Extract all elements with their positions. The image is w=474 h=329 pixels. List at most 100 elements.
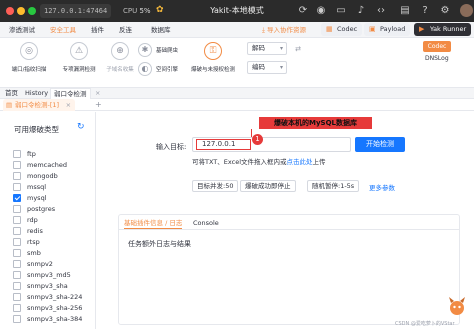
watermark: CSDN @爱吃萝卜的VStar (395, 321, 455, 327)
settings-icon[interactable]: ⚙ (438, 4, 452, 18)
codec-button[interactable]: ▦ Codec (321, 23, 363, 36)
crawler-label: 基础爬虫 (156, 48, 179, 54)
sub-tabs: ▤ 弱口令检测-[1] × + (0, 99, 474, 111)
subtab-label: 弱口令检测-[1] (15, 101, 60, 109)
subdomain-tool[interactable]: ⊕ 子域名收集 (96, 42, 144, 73)
swap-icon[interactable]: ⇄ (291, 42, 305, 56)
menu-item-plugins[interactable]: 插件 (91, 25, 104, 35)
subdomain-label: 子域名收集 (106, 67, 134, 73)
main-tabs: 首页 History 弱口令检测 × (0, 88, 474, 99)
port-scan-tool[interactable]: ◎ 端口/指纹扫描 (5, 42, 53, 73)
target-input[interactable]: 127.0.0.1 (192, 137, 351, 152)
import-resources-button[interactable]: ⤓ 导入协作资源 (262, 25, 306, 35)
help-icon[interactable]: ? (418, 4, 432, 18)
brute-force-label: 爆破与未授权检测 (190, 67, 235, 73)
brute-type-label: snmpv3_sha (27, 282, 68, 290)
port-scan-label: 端口/指纹扫描 (11, 67, 47, 73)
upload-link[interactable]: 点击此处 (287, 158, 313, 166)
brute-type-checkbox[interactable] (13, 293, 21, 301)
chevron-down-icon: ▾ (279, 45, 283, 52)
sidebar-title: 可用爆破类型 (14, 125, 59, 134)
terminal-icon[interactable]: ▭ (334, 4, 348, 18)
brute-type-checkbox[interactable] (13, 194, 21, 202)
target-label: 输入目标: (156, 143, 187, 151)
brute-type-label: mssql (27, 183, 47, 191)
brute-type-label: mysql (27, 194, 47, 202)
camera-icon[interactable]: ◉ (314, 4, 328, 18)
tab-plugin-log[interactable]: 基础插件信息 / 日志 (124, 217, 183, 229)
brute-type-checkbox[interactable] (13, 205, 21, 213)
close-tab-icon[interactable]: × (92, 88, 103, 99)
brute-type-label: memcached (27, 161, 68, 169)
brute-type-checkbox[interactable] (13, 150, 21, 158)
dnslog-button[interactable]: DNSLog (425, 55, 449, 62)
crawler-icon: ✱ (138, 43, 152, 57)
upload-hint: 可将TXT、Excel文件拖入框内或点击此处上传 (192, 156, 326, 166)
yak-runner-button[interactable]: ▶ Yak Runner (414, 23, 472, 36)
refresh-icon[interactable]: ⟳ (296, 4, 310, 18)
brute-type-checkbox[interactable] (13, 161, 21, 169)
menu-item-database[interactable]: 数据库 (151, 25, 171, 35)
menu-item-pentest[interactable]: 渗透测试 (9, 25, 35, 35)
brute-type-label: snmpv3_sha-256 (27, 304, 83, 312)
tab-console[interactable]: Console (193, 217, 219, 229)
target-concurrency-option[interactable]: 目标并发:50 (192, 180, 239, 192)
tab-history[interactable]: History (22, 88, 51, 99)
space-engine-icon: ◐ (138, 62, 152, 76)
codec-shortcut-button[interactable]: Codec (423, 41, 451, 52)
code-icon[interactable]: ‹› (374, 4, 388, 18)
brute-type-checkbox[interactable] (13, 282, 21, 290)
brute-type-checkbox[interactable] (13, 183, 21, 191)
start-detection-button[interactable]: 开始检测 (355, 137, 405, 152)
close-icon[interactable]: × (66, 99, 71, 111)
key-icon: ⚿ (204, 42, 222, 60)
menu-item-reverse[interactable]: 反连 (119, 25, 132, 35)
random-pause-option[interactable]: 随机暂停:1-5s (307, 180, 360, 192)
document-icon[interactable]: ▤ (398, 4, 412, 18)
brute-type-label: mongodb (27, 172, 58, 180)
brute-type-label: ftp (27, 150, 36, 158)
add-tab-icon[interactable]: + (95, 99, 102, 111)
codec-label: Codec (337, 25, 358, 33)
panel-title: 任务额外日志与结果 (128, 240, 191, 248)
decode-select[interactable]: 解码 ▾ (247, 42, 287, 55)
space-engine-label: 空间引擎 (156, 67, 179, 73)
payload-icon: ▣ (369, 25, 376, 33)
bell-icon[interactable]: ♪ (354, 4, 368, 18)
vuln-scan-icon: ⚠ (70, 42, 88, 60)
brute-type-checkbox[interactable] (13, 304, 21, 312)
more-params-link[interactable]: 更多参数 (369, 182, 395, 192)
title-bar: 127.0.0.1:47464 CPU 5% ✿ Yakit-本地模式 ⟳ ◉ … (0, 0, 474, 22)
brute-type-label: postgres (27, 205, 56, 213)
refresh-icon[interactable]: ↻ (77, 122, 85, 132)
stop-on-success-option[interactable]: 爆破成功即停止 (240, 180, 296, 192)
target-input-value[interactable]: 127.0.0.1 (196, 139, 251, 150)
decode-select-value: 解码 (252, 44, 265, 52)
brute-type-checkbox[interactable] (13, 315, 21, 323)
payload-button[interactable]: ▣ Payload (364, 23, 411, 36)
brute-type-label: snmpv3_sha-384 (27, 315, 83, 323)
import-label: 导入协作资源 (266, 26, 306, 34)
avatar[interactable] (460, 4, 473, 17)
encode-select-value: 编码 (252, 63, 265, 71)
upload-hint-prefix: 可将TXT、Excel文件拖入框内或 (192, 158, 287, 166)
brute-type-label: redis (27, 227, 43, 235)
brute-type-label: snmpv3_sha-224 (27, 293, 83, 301)
encode-select[interactable]: 编码 ▾ (247, 61, 287, 74)
brute-type-checkbox[interactable] (13, 227, 21, 235)
port-scan-icon: ◎ (20, 42, 38, 60)
yak-runner-label: Yak Runner (430, 25, 467, 33)
tab-home[interactable]: 首页 (2, 88, 21, 99)
subdomain-icon: ⊕ (111, 42, 129, 60)
brute-type-checkbox[interactable] (13, 216, 21, 224)
brute-type-checkbox[interactable] (13, 271, 21, 279)
subtab-weak-password-1[interactable]: ▤ 弱口令检测-[1] × (3, 99, 76, 111)
brute-type-checkbox[interactable] (13, 172, 21, 180)
menu-item-security-tools[interactable]: 安全工具 (50, 25, 76, 35)
brute-type-checkbox[interactable] (13, 249, 21, 257)
tab-weak-password[interactable]: 弱口令检测 (50, 88, 91, 99)
upload-hint-suffix: 上传 (312, 158, 326, 166)
brute-type-checkbox[interactable] (13, 260, 21, 268)
brute-force-tool[interactable]: ⚿ 爆破与未授权检测 (189, 42, 237, 73)
brute-type-checkbox[interactable] (13, 238, 21, 246)
